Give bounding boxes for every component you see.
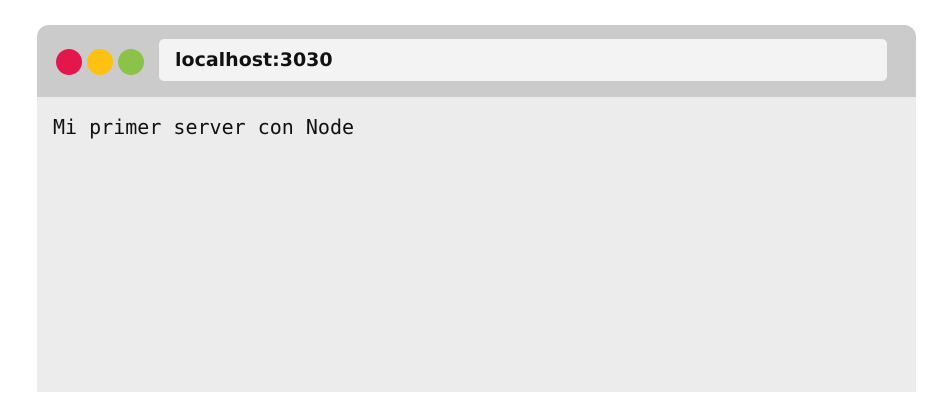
address-bar[interactable]: localhost:3030 [159, 39, 887, 81]
address-text: localhost:3030 [175, 49, 333, 71]
browser-titlebar: localhost:3030 [37, 25, 916, 97]
zoom-window-button[interactable] [118, 49, 144, 75]
browser-window: localhost:3030 Mi primer server con Node [37, 25, 916, 392]
close-window-button[interactable] [56, 49, 82, 75]
minimize-window-button[interactable] [87, 49, 113, 75]
page-body-text: Mi primer server con Node [53, 115, 355, 139]
